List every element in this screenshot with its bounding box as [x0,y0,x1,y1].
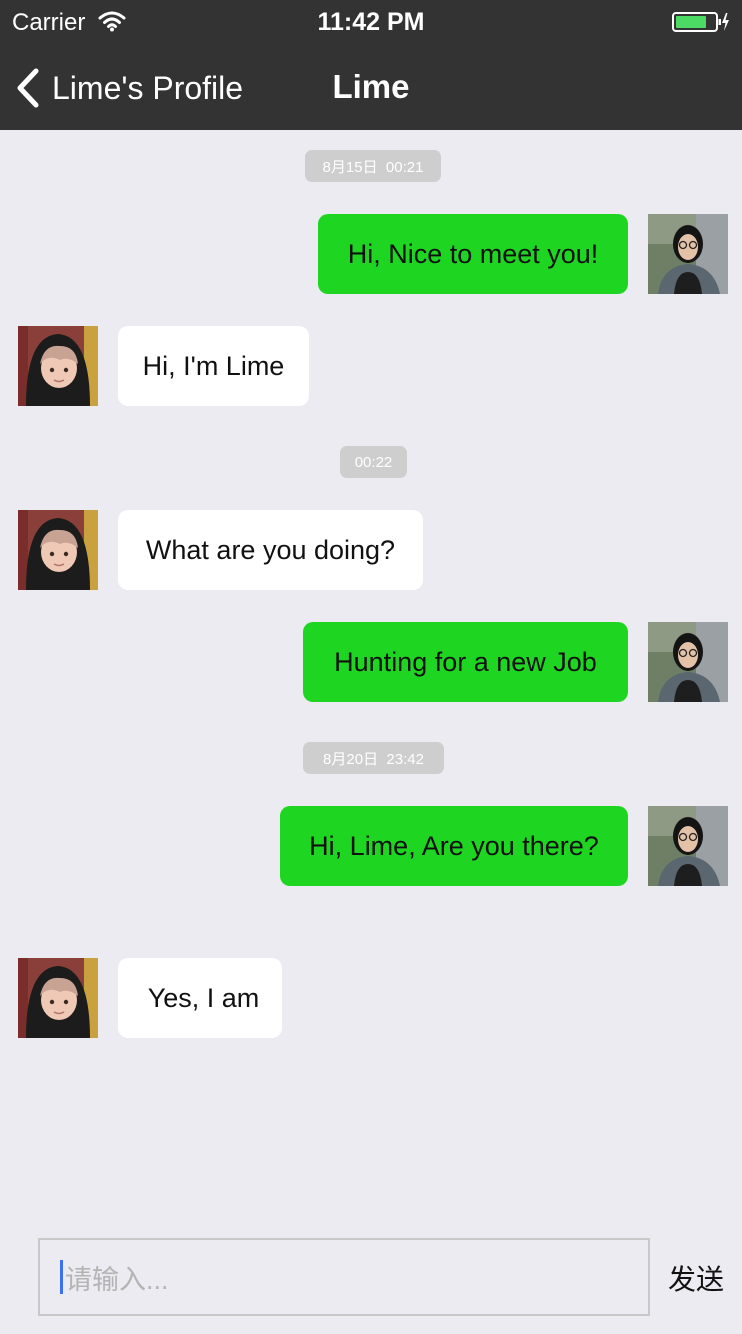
incoming-message-bubble[interactable]: What are you doing? [118,510,423,590]
timestamp-pill: 8月20日 23:42 [303,742,444,774]
timestamp-pill: 8月15日 00:21 [305,150,441,182]
my-avatar[interactable] [648,622,728,702]
outgoing-message-bubble[interactable]: Hi, Lime, Are you there? [280,806,628,886]
contact-photo-icon [18,958,98,1038]
navigation-bar: Lime's Profile Lime [0,44,742,130]
outgoing-message-bubble[interactable]: Hunting for a new Job [303,622,628,702]
contact-avatar[interactable] [18,326,98,406]
text-cursor [60,1260,63,1294]
incoming-message-bubble[interactable]: Yes, I am [118,958,282,1038]
page-title: Lime [332,68,410,105]
send-button[interactable]: 发送 [668,1258,724,1298]
battery-icon [672,12,729,32]
user-photo-icon [648,806,728,886]
outgoing-message-bubble[interactable]: Hi, Nice to meet you! [318,214,628,294]
contact-photo-icon [18,326,98,406]
message-input[interactable]: 请输入... [38,1238,650,1316]
chat-message-list[interactable]: 8月15日 00:21 Hi, Nice to meet you! Hi, I'… [0,130,742,1220]
user-photo-icon [648,622,728,702]
top-bar: Carrier 11:42 PM Lime's Profile Lime [0,0,742,130]
my-avatar[interactable] [648,806,728,886]
contact-avatar[interactable] [18,958,98,1038]
message-input-placeholder: 请输入... [65,1264,169,1295]
message-composer: 请输入... 发送 [0,1220,742,1334]
user-photo-icon [648,214,728,294]
status-bar: Carrier 11:42 PM [0,0,742,44]
contact-avatar[interactable] [18,510,98,590]
my-avatar[interactable] [648,214,728,294]
timestamp-pill: 00:22 [340,446,407,478]
status-time: 11:42 PM [317,8,425,36]
incoming-message-bubble[interactable]: Hi, I'm Lime [118,326,309,406]
contact-photo-icon [18,510,98,590]
